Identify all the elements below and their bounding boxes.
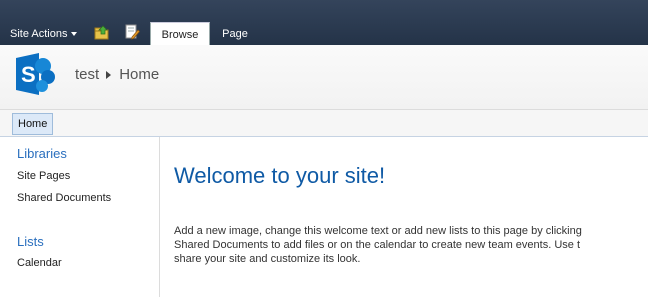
tab-page-label: Page bbox=[222, 27, 248, 40]
svg-text:S: S bbox=[21, 62, 36, 87]
topnav-home-label: Home bbox=[18, 118, 48, 130]
welcome-text-line: Add a new image, change this welcome tex… bbox=[174, 225, 582, 237]
ql-heading-libraries[interactable]: Libraries bbox=[17, 146, 67, 161]
site-actions-label: Site Actions bbox=[10, 28, 68, 40]
tab-page[interactable]: Page bbox=[214, 22, 256, 45]
breadcrumb-separator-icon bbox=[106, 70, 112, 79]
ql-heading-lists[interactable]: Lists bbox=[17, 234, 44, 249]
navigate-up-icon[interactable] bbox=[94, 24, 110, 40]
window-edge bbox=[648, 0, 653, 297]
edit-page-icon[interactable] bbox=[124, 24, 140, 40]
sharepoint-logo-icon[interactable]: S bbox=[12, 51, 56, 97]
page-title: Welcome to your site! bbox=[174, 163, 386, 188]
tab-browse-label: Browse bbox=[161, 28, 199, 41]
tab-browse[interactable]: Browse bbox=[150, 22, 210, 46]
top-navigation: Home bbox=[0, 110, 648, 137]
ql-item-site-pages[interactable]: Site Pages bbox=[17, 170, 70, 182]
chevron-down-icon bbox=[71, 32, 78, 36]
breadcrumb: test Home bbox=[75, 66, 159, 83]
topnav-home-link[interactable]: Home bbox=[12, 113, 54, 135]
ribbon: Site Actions Browse Page bbox=[0, 0, 648, 46]
welcome-text-line: share your site and customize its look. bbox=[174, 253, 361, 265]
site-actions-menu[interactable]: Site Actions bbox=[10, 26, 78, 42]
breadcrumb-page: Home bbox=[119, 66, 160, 83]
title-area: S test Home bbox=[0, 45, 648, 110]
breadcrumb-site[interactable]: test bbox=[75, 66, 99, 83]
quick-launch: Libraries Site Pages Shared Documents Li… bbox=[0, 137, 160, 297]
welcome-text: Add a new image, change this welcome tex… bbox=[174, 224, 648, 266]
ql-item-calendar[interactable]: Calendar bbox=[17, 257, 62, 269]
welcome-text-line: Shared Documents to add files or on the … bbox=[174, 239, 581, 251]
ql-item-shared-documents[interactable]: Shared Documents bbox=[17, 192, 111, 204]
